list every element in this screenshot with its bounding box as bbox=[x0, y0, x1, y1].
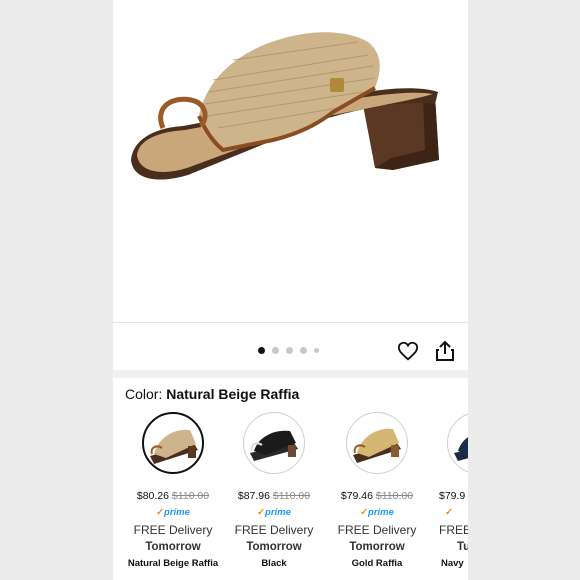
swatch-natural-beige-raffia[interactable]: $80.26 $110.00 ✓prime FREE Delivery Tomo… bbox=[123, 412, 223, 569]
pager-dot-4[interactable] bbox=[300, 347, 307, 354]
swatch-gold-raffia[interactable]: $79.46 $110.00 ✓prime FREE Delivery Tomo… bbox=[327, 412, 427, 569]
swatch-thumbnail[interactable] bbox=[346, 412, 408, 474]
delivery-day: Tomorrow bbox=[145, 541, 201, 553]
swatch-color-name: Navy bbox=[441, 558, 464, 569]
swatch-price: $79.46 $110.00 bbox=[340, 490, 414, 502]
color-label: Color: bbox=[125, 386, 163, 402]
sandal-image bbox=[131, 32, 439, 180]
swatch-thumbnail[interactable] bbox=[142, 412, 204, 474]
delivery-day: Tu bbox=[457, 541, 468, 553]
delivery-day: Tomorrow bbox=[349, 541, 405, 553]
pager-dot-1[interactable] bbox=[258, 347, 265, 354]
delivery-day: Tomorrow bbox=[246, 541, 302, 553]
product-image[interactable] bbox=[113, 0, 468, 322]
share-icon[interactable] bbox=[435, 340, 455, 362]
swatch-thumbnail[interactable] bbox=[243, 412, 305, 474]
swatch-color-name: Gold Raffia bbox=[351, 558, 403, 569]
swatch-price: $87.96 $110.00 bbox=[237, 490, 311, 502]
prime-badge: ✓prime bbox=[156, 507, 190, 518]
image-pager[interactable] bbox=[258, 347, 319, 354]
pager-dot-5[interactable] bbox=[314, 348, 319, 353]
selected-color: Natural Beige Raffia bbox=[166, 386, 300, 402]
right-background bbox=[468, 0, 580, 580]
swatch-navy[interactable]: $79.9 ✓ FREE Tu Navy bbox=[429, 412, 468, 569]
swatch-thumbnail[interactable] bbox=[447, 412, 468, 474]
swatch-black[interactable]: $87.96 $110.00 ✓prime FREE Delivery Tomo… bbox=[224, 412, 324, 569]
prime-badge: ✓prime bbox=[257, 507, 291, 518]
color-swatch-list: $80.26 $110.00 ✓prime FREE Delivery Tomo… bbox=[113, 412, 468, 580]
prime-badge: ✓ bbox=[445, 507, 453, 518]
left-background bbox=[0, 0, 113, 580]
prime-badge: ✓prime bbox=[360, 507, 394, 518]
delivery-text: FREE bbox=[439, 523, 468, 537]
delivery-text: FREE Delivery bbox=[337, 523, 417, 537]
delivery-text: FREE Delivery bbox=[234, 523, 314, 537]
pager-dot-3[interactable] bbox=[286, 347, 293, 354]
heart-icon[interactable] bbox=[397, 340, 419, 362]
section-divider bbox=[113, 370, 468, 378]
swatch-color-name: Black bbox=[261, 558, 287, 569]
product-page: Color: Natural Beige Raffia $80.26 $110.… bbox=[113, 0, 468, 580]
pager-dot-2[interactable] bbox=[272, 347, 279, 354]
swatch-price: $79.9 bbox=[439, 490, 466, 502]
delivery-text: FREE Delivery bbox=[133, 523, 213, 537]
swatch-color-name: Natural Beige Raffia bbox=[127, 558, 219, 569]
color-heading: Color: Natural Beige Raffia bbox=[125, 386, 299, 402]
gallery-controls bbox=[113, 322, 468, 370]
swatch-price: $80.26 $110.00 bbox=[136, 490, 210, 502]
